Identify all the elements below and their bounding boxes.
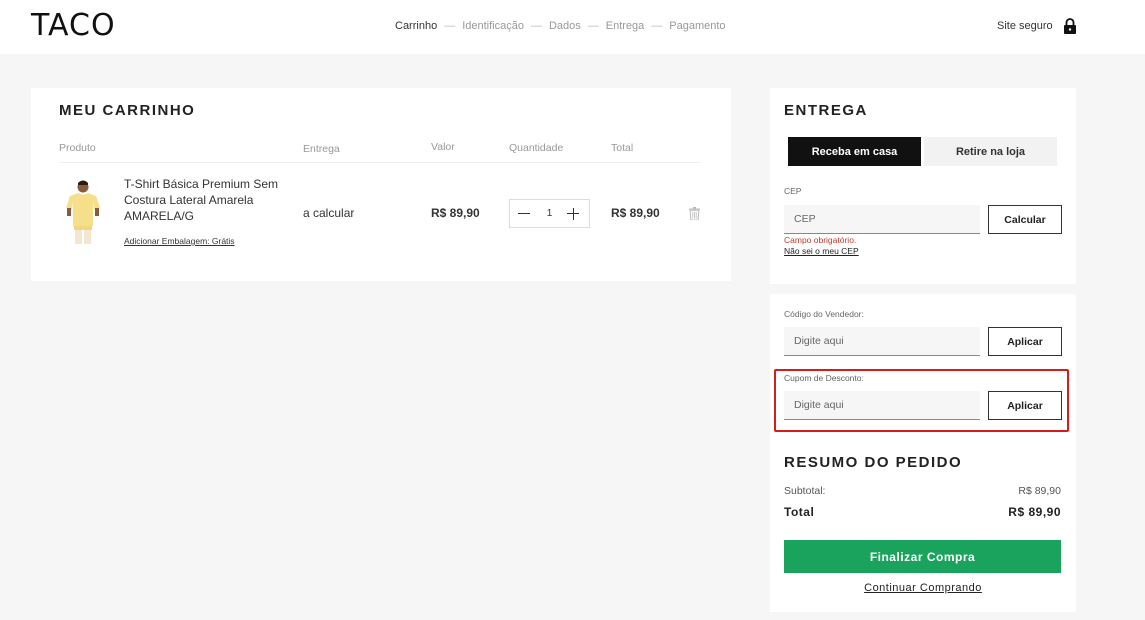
- subtotal-label: Subtotal:: [784, 485, 826, 497]
- dont-know-cep-link[interactable]: Não sei o meu CEP: [784, 246, 859, 256]
- step-separator: —: [587, 20, 599, 32]
- delivery-tabs: Receba em casa Retire na loja: [788, 137, 1058, 167]
- lock-icon: [1064, 18, 1076, 34]
- total-row: Total R$ 89,90: [784, 505, 1061, 519]
- cep-input[interactable]: [784, 205, 980, 234]
- cep-error-message: Campo obrigatório.: [784, 235, 857, 245]
- tab-pickup-in-store[interactable]: Retire na loja: [924, 137, 1057, 166]
- step-identificacao: Identificação: [462, 20, 524, 32]
- step-carrinho: Carrinho: [395, 20, 438, 32]
- quantity-stepper: 1: [509, 199, 590, 228]
- column-header-quantity: Quantidade: [509, 142, 564, 154]
- taco-logo[interactable]: TACO: [31, 8, 116, 43]
- step-separator: —: [651, 20, 663, 32]
- cep-label: CEP: [784, 186, 802, 196]
- column-header-product: Produto: [59, 142, 96, 154]
- cart-title: MEU CARRINHO: [59, 102, 196, 119]
- total-value: R$ 89,90: [1008, 505, 1061, 519]
- product-image[interactable]: [61, 178, 105, 246]
- step-entrega: Entrega: [605, 20, 645, 32]
- order-summary-title: RESUMO DO PEDIDO: [784, 454, 963, 471]
- subtotal-row: Subtotal: R$ 89,90: [784, 485, 1061, 497]
- continue-shopping-link[interactable]: Continuar Comprando: [864, 582, 982, 594]
- seller-code-label: Código do Vendedor:: [784, 309, 864, 319]
- trash-icon[interactable]: [689, 207, 700, 220]
- shipping-panel: ENTREGA Receba em casa Retire na loja CE…: [770, 88, 1076, 284]
- product-delivery: a calcular: [303, 206, 355, 220]
- total-label: Total: [784, 505, 815, 519]
- product-name[interactable]: T-Shirt Básica Premium Sem Costura Later…: [124, 176, 294, 224]
- plus-icon-vertical[interactable]: [572, 207, 574, 220]
- step-pagamento: Pagamento: [669, 20, 726, 32]
- finish-purchase-button[interactable]: Finalizar Compra: [784, 540, 1061, 573]
- site-header: TACO Carrinho — Identificação — Dados — …: [0, 0, 1145, 54]
- coupon-highlight-box: [774, 369, 1069, 432]
- shipping-title: ENTREGA: [784, 102, 868, 119]
- step-dados: Dados: [548, 20, 581, 32]
- apply-seller-code-button[interactable]: Aplicar: [988, 327, 1062, 356]
- checkout-steps: Carrinho — Identificação — Dados — Entre…: [395, 20, 726, 32]
- add-packaging-link[interactable]: Adicionar Embalagem: Grátis: [124, 236, 235, 246]
- secure-site-label: Site seguro: [997, 20, 1053, 32]
- step-separator: —: [444, 20, 456, 32]
- subtotal-value: R$ 89,90: [1018, 485, 1061, 497]
- column-header-value: Valor: [431, 141, 455, 153]
- codes-summary-panel: Código do Vendedor: Aplicar Cupom de Des…: [770, 294, 1076, 612]
- product-total: R$ 89,90: [611, 206, 660, 220]
- column-header-delivery: Entrega: [303, 143, 340, 155]
- product-value: R$ 89,90: [431, 206, 480, 220]
- continue-shopping-container: Continuar Comprando: [770, 582, 1076, 594]
- tab-receive-at-home[interactable]: Receba em casa: [788, 137, 921, 166]
- calculate-button[interactable]: Calcular: [988, 205, 1062, 234]
- divider: [59, 162, 701, 163]
- step-separator: —: [530, 20, 542, 32]
- column-header-total: Total: [611, 142, 634, 154]
- cart-panel: MEU CARRINHO Produto Entrega Valor Quant…: [31, 88, 731, 281]
- seller-code-input[interactable]: [784, 327, 980, 356]
